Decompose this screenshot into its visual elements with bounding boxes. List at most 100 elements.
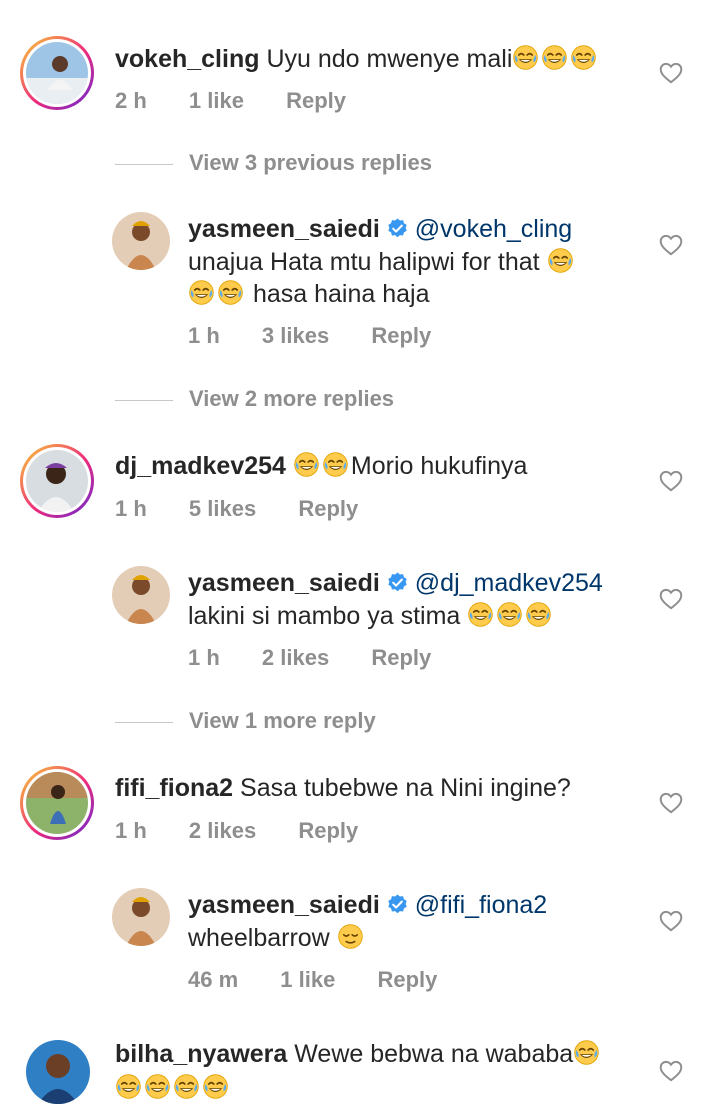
joy-emoji: [188, 279, 215, 306]
view-replies-label: View 1 more reply: [189, 708, 376, 733]
comment-meta: 1 h 5 likes Reply: [115, 496, 394, 522]
joy-emoji: [547, 247, 574, 274]
verified-badge-icon: [386, 571, 409, 594]
user-photo: [112, 212, 170, 270]
username[interactable]: yasmeen_saiedi: [188, 215, 380, 243]
avatar-yasmeen-saiedi[interactable]: [112, 888, 170, 946]
relieved-emoji: [337, 923, 364, 950]
likes-count[interactable]: 3 likes: [262, 323, 329, 348]
username[interactable]: bilha_nyawera: [115, 1040, 287, 1068]
user-photo: [26, 772, 88, 834]
view-replies-label: View 2 more replies: [189, 386, 395, 411]
view-more-replies-button[interactable]: View 1 more reply: [115, 708, 376, 734]
divider-line: [115, 721, 173, 723]
view-previous-replies-button[interactable]: View 3 previous replies: [115, 150, 432, 176]
comment-meta: 2 h 1 like Reply: [115, 88, 382, 114]
reply-text-line: yasmeen_saiedi @fifi_fiona2: [188, 889, 547, 921]
joy-emoji: [541, 44, 568, 71]
timestamp: 1 h: [188, 323, 220, 348]
heart-icon[interactable]: [658, 232, 684, 258]
username[interactable]: yasmeen_saiedi: [188, 891, 380, 919]
comment-text-line: [115, 1072, 231, 1104]
comment-body: Sasa tubebwe na Nini ingine?: [240, 774, 571, 802]
divider-line: [115, 163, 173, 165]
heart-icon[interactable]: [658, 1058, 684, 1084]
avatar-bilha-nyawera[interactable]: [26, 1040, 90, 1104]
joy-emoji: [525, 601, 552, 628]
reply-text-line: lakini si mambo ya stima: [188, 600, 554, 632]
user-photo: [112, 566, 170, 624]
heart-icon[interactable]: [658, 468, 684, 494]
likes-count[interactable]: 1 like: [280, 967, 335, 992]
avatar-dj-madkev254[interactable]: [20, 444, 94, 518]
joy-emoji: [496, 601, 523, 628]
username[interactable]: yasmeen_saiedi: [188, 569, 380, 597]
comment-text-line: vokeh_cling Uyu ndo mwenye mali: [115, 43, 599, 75]
timestamp: 46 m: [188, 967, 239, 992]
likes-count[interactable]: 5 likes: [189, 496, 256, 521]
comment-body: Wewe bebwa na wababa: [294, 1040, 574, 1068]
reply-text-line: yasmeen_saiedi @dj_madkev254: [188, 567, 603, 599]
comment-meta: 46 m 1 like Reply: [188, 967, 473, 993]
comment-text-line: bilha_nyawera Wewe bebwa na wababa: [115, 1038, 602, 1070]
timestamp: 2 h: [115, 88, 147, 113]
user-photo: [26, 42, 88, 104]
view-replies-label: View 3 previous replies: [189, 150, 432, 175]
comment-meta: 1 h 2 likes Reply: [188, 645, 467, 671]
username[interactable]: fifi_fiona2: [115, 774, 233, 802]
joy-emoji: [322, 451, 349, 478]
mention-link[interactable]: @dj_madkev254: [415, 569, 603, 597]
likes-count[interactable]: 2 likes: [262, 645, 329, 670]
comment-body: hasa haina haja: [252, 280, 430, 308]
likes-count[interactable]: 1 like: [189, 88, 244, 113]
avatar-yasmeen-saiedi[interactable]: [112, 212, 170, 270]
joy-emoji: [144, 1073, 171, 1100]
heart-icon[interactable]: [658, 60, 684, 86]
reply-button[interactable]: Reply: [371, 323, 431, 348]
user-photo: [26, 450, 88, 512]
comment-text-line: fifi_fiona2 Sasa tubebwe na Nini ingine?: [115, 772, 571, 804]
avatar-vokeh-cling[interactable]: [20, 36, 94, 110]
comment-meta: 1 h 3 likes Reply: [188, 323, 467, 349]
reply-button[interactable]: Reply: [298, 496, 358, 521]
avatar-fifi-fiona2[interactable]: [20, 766, 94, 840]
reply-text-line: hasa haina haja: [188, 278, 430, 310]
reply-button[interactable]: Reply: [286, 88, 346, 113]
comment-body: lakini si mambo ya stima: [188, 602, 461, 630]
joy-emoji: [512, 44, 539, 71]
user-photo: [112, 888, 170, 946]
verified-badge-icon: [386, 217, 409, 240]
reply-button[interactable]: Reply: [377, 967, 437, 992]
reply-button[interactable]: Reply: [298, 818, 358, 843]
username[interactable]: dj_madkev254: [115, 452, 286, 480]
joy-emoji: [217, 279, 244, 306]
avatar-yasmeen-saiedi[interactable]: [112, 566, 170, 624]
mention-link[interactable]: @fifi_fiona2: [415, 891, 547, 919]
joy-emoji: [467, 601, 494, 628]
heart-icon[interactable]: [658, 586, 684, 612]
reply-text-line: wheelbarrow: [188, 922, 366, 954]
joy-emoji: [173, 1073, 200, 1100]
reply-button[interactable]: Reply: [371, 645, 431, 670]
mention-link[interactable]: @vokeh_cling: [415, 215, 572, 243]
verified-badge-icon: [386, 893, 409, 916]
comment-body: Uyu ndo mwenye mali: [266, 45, 513, 73]
heart-icon[interactable]: [658, 908, 684, 934]
joy-emoji: [573, 1039, 600, 1066]
timestamp: 1 h: [115, 496, 147, 521]
joy-emoji: [570, 44, 597, 71]
timestamp: 1 h: [188, 645, 220, 670]
joy-emoji: [115, 1073, 142, 1100]
comment-text-line: dj_madkev254 Morio hukufinya: [115, 450, 527, 482]
comment-meta: 1 h 2 likes Reply: [115, 818, 394, 844]
comment-body: Morio hukufinya: [350, 452, 528, 480]
user-photo: [26, 1040, 90, 1104]
joy-emoji: [293, 451, 320, 478]
joy-emoji: [202, 1073, 229, 1100]
heart-icon[interactable]: [658, 790, 684, 816]
reply-text-line: yasmeen_saiedi @vokeh_cling: [188, 213, 572, 245]
view-more-replies-button[interactable]: View 2 more replies: [115, 386, 394, 412]
likes-count[interactable]: 2 likes: [189, 818, 256, 843]
username[interactable]: vokeh_cling: [115, 45, 260, 73]
reply-text-line: unajua Hata mtu halipwi for that: [188, 246, 576, 278]
